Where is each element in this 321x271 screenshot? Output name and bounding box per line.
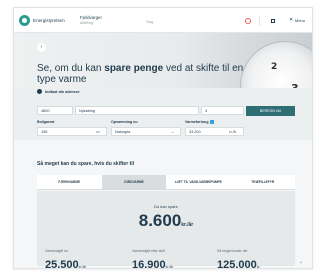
calculate-button[interactable]: BEREGN NU [246,106,295,116]
install-cost-number: 125.000 [217,259,257,269]
nav-title: Fjeldvarger [80,15,102,20]
search-input[interactable]: Søg [142,16,260,26]
current-cost-label: Varmeudgift nu [45,249,68,253]
info-icon[interactable] [209,120,214,125]
street-field[interactable]: Nykøbing [75,106,199,115]
saving-amount: 8.600kr./år [37,211,295,231]
address-heading: Indtast din adresse [37,89,80,94]
consumption-label: Varmeforbrug [185,120,214,125]
current-cost: Varmeudgift nu 25.500kr./år [45,249,87,269]
section-title: Så meget kan du spare, hvis du skifter t… [37,161,134,167]
street-value: Nykøbing [79,109,96,114]
heating-type-tabs: FJERNVARME JORDVARME LUFT TIL VAND-VARME… [37,175,295,190]
title-part-1: Se, om du kan [37,63,105,74]
location-icon [37,89,42,94]
area-value: 198 [41,130,48,135]
page-title: Se, om du kan spare penge ved at skifte … [37,63,257,85]
area-unit: m² [96,130,100,134]
heating-value: Naturgas [115,130,131,135]
saving-unit: kr./år [181,222,194,228]
install-cost-value: 125.000kr. [217,259,261,269]
area-label: Boligareal [37,120,55,124]
savings-result: Du kan spare 8.600kr./år Varmeudgift nu … [37,191,303,269]
saving-label: Du kan spare [154,204,178,209]
house-number-value: 4 [205,109,208,114]
heating-label: Opvarmning nu [111,120,138,124]
future-cost-value: 16.900kr./år [132,259,174,269]
nav-subtitle: Afdeling [80,20,93,25]
nav-section[interactable]: Fjeldvarger Afdeling [80,15,102,26]
logo-icon [19,15,30,26]
install-cost-unit: kr. [256,265,261,269]
consumption-label-text: Varmeforbrug [185,120,209,124]
address-heading-text: Indtast din adresse [45,89,80,94]
postcode-value: 4800 [41,109,50,114]
tab-fjernvarme[interactable]: FJERNVARME [37,175,102,189]
search-placeholder: Søg [146,18,154,24]
future-cost-label: Varmeudgift efter skift [132,249,165,253]
consumption-unit: kr./år [229,130,237,134]
future-cost: Varmeudgift efter skift 16.900kr./år [132,249,174,269]
current-cost-value: 25.500kr./år [45,259,87,269]
search-icon[interactable] [245,18,251,24]
future-cost-unit: kr./år [165,265,174,269]
grid-icon[interactable] [271,19,275,23]
back-button[interactable]: ‹ [37,43,46,52]
logo-text: Energistyrelsen [33,18,65,23]
install-cost: Så meget koster det 125.000kr. [217,249,261,269]
site-logo[interactable]: Energistyrelsen [19,15,65,26]
postcode-field[interactable]: 4800 [37,106,73,115]
current-cost-unit: kr./år [78,265,87,269]
top-navigation: Energistyrelsen Fjeldvarger Afdeling Søg… [14,8,312,33]
tab-traepillefyr[interactable]: TRÆPILLEFYR [230,175,295,189]
chevron-down-icon[interactable]: ⌄ [299,259,303,265]
chevron-down-icon: ⌄ [171,129,175,134]
saving-value: 8.600 [138,211,182,230]
current-cost-number: 25.500 [45,259,79,269]
browser-page: Energistyrelsen Fjeldvarger Afdeling Søg… [13,7,313,269]
future-cost-number: 16.900 [132,259,166,269]
tab-jordvarme[interactable]: JORDVARME [101,175,166,189]
house-number-field[interactable]: 4 [201,106,244,115]
menu-icon[interactable]: ✕ [289,17,293,23]
tab-luft-til-vand[interactable]: LUFT TIL VAND-VARMEPUMPE [166,175,231,189]
consumption-value: 33.200 [189,130,201,135]
title-emphasis: spare penge [104,63,164,74]
menu-label[interactable]: Menu [295,18,305,23]
install-cost-label: Så meget koster det [217,249,248,253]
dial-number: 2 [271,62,278,72]
